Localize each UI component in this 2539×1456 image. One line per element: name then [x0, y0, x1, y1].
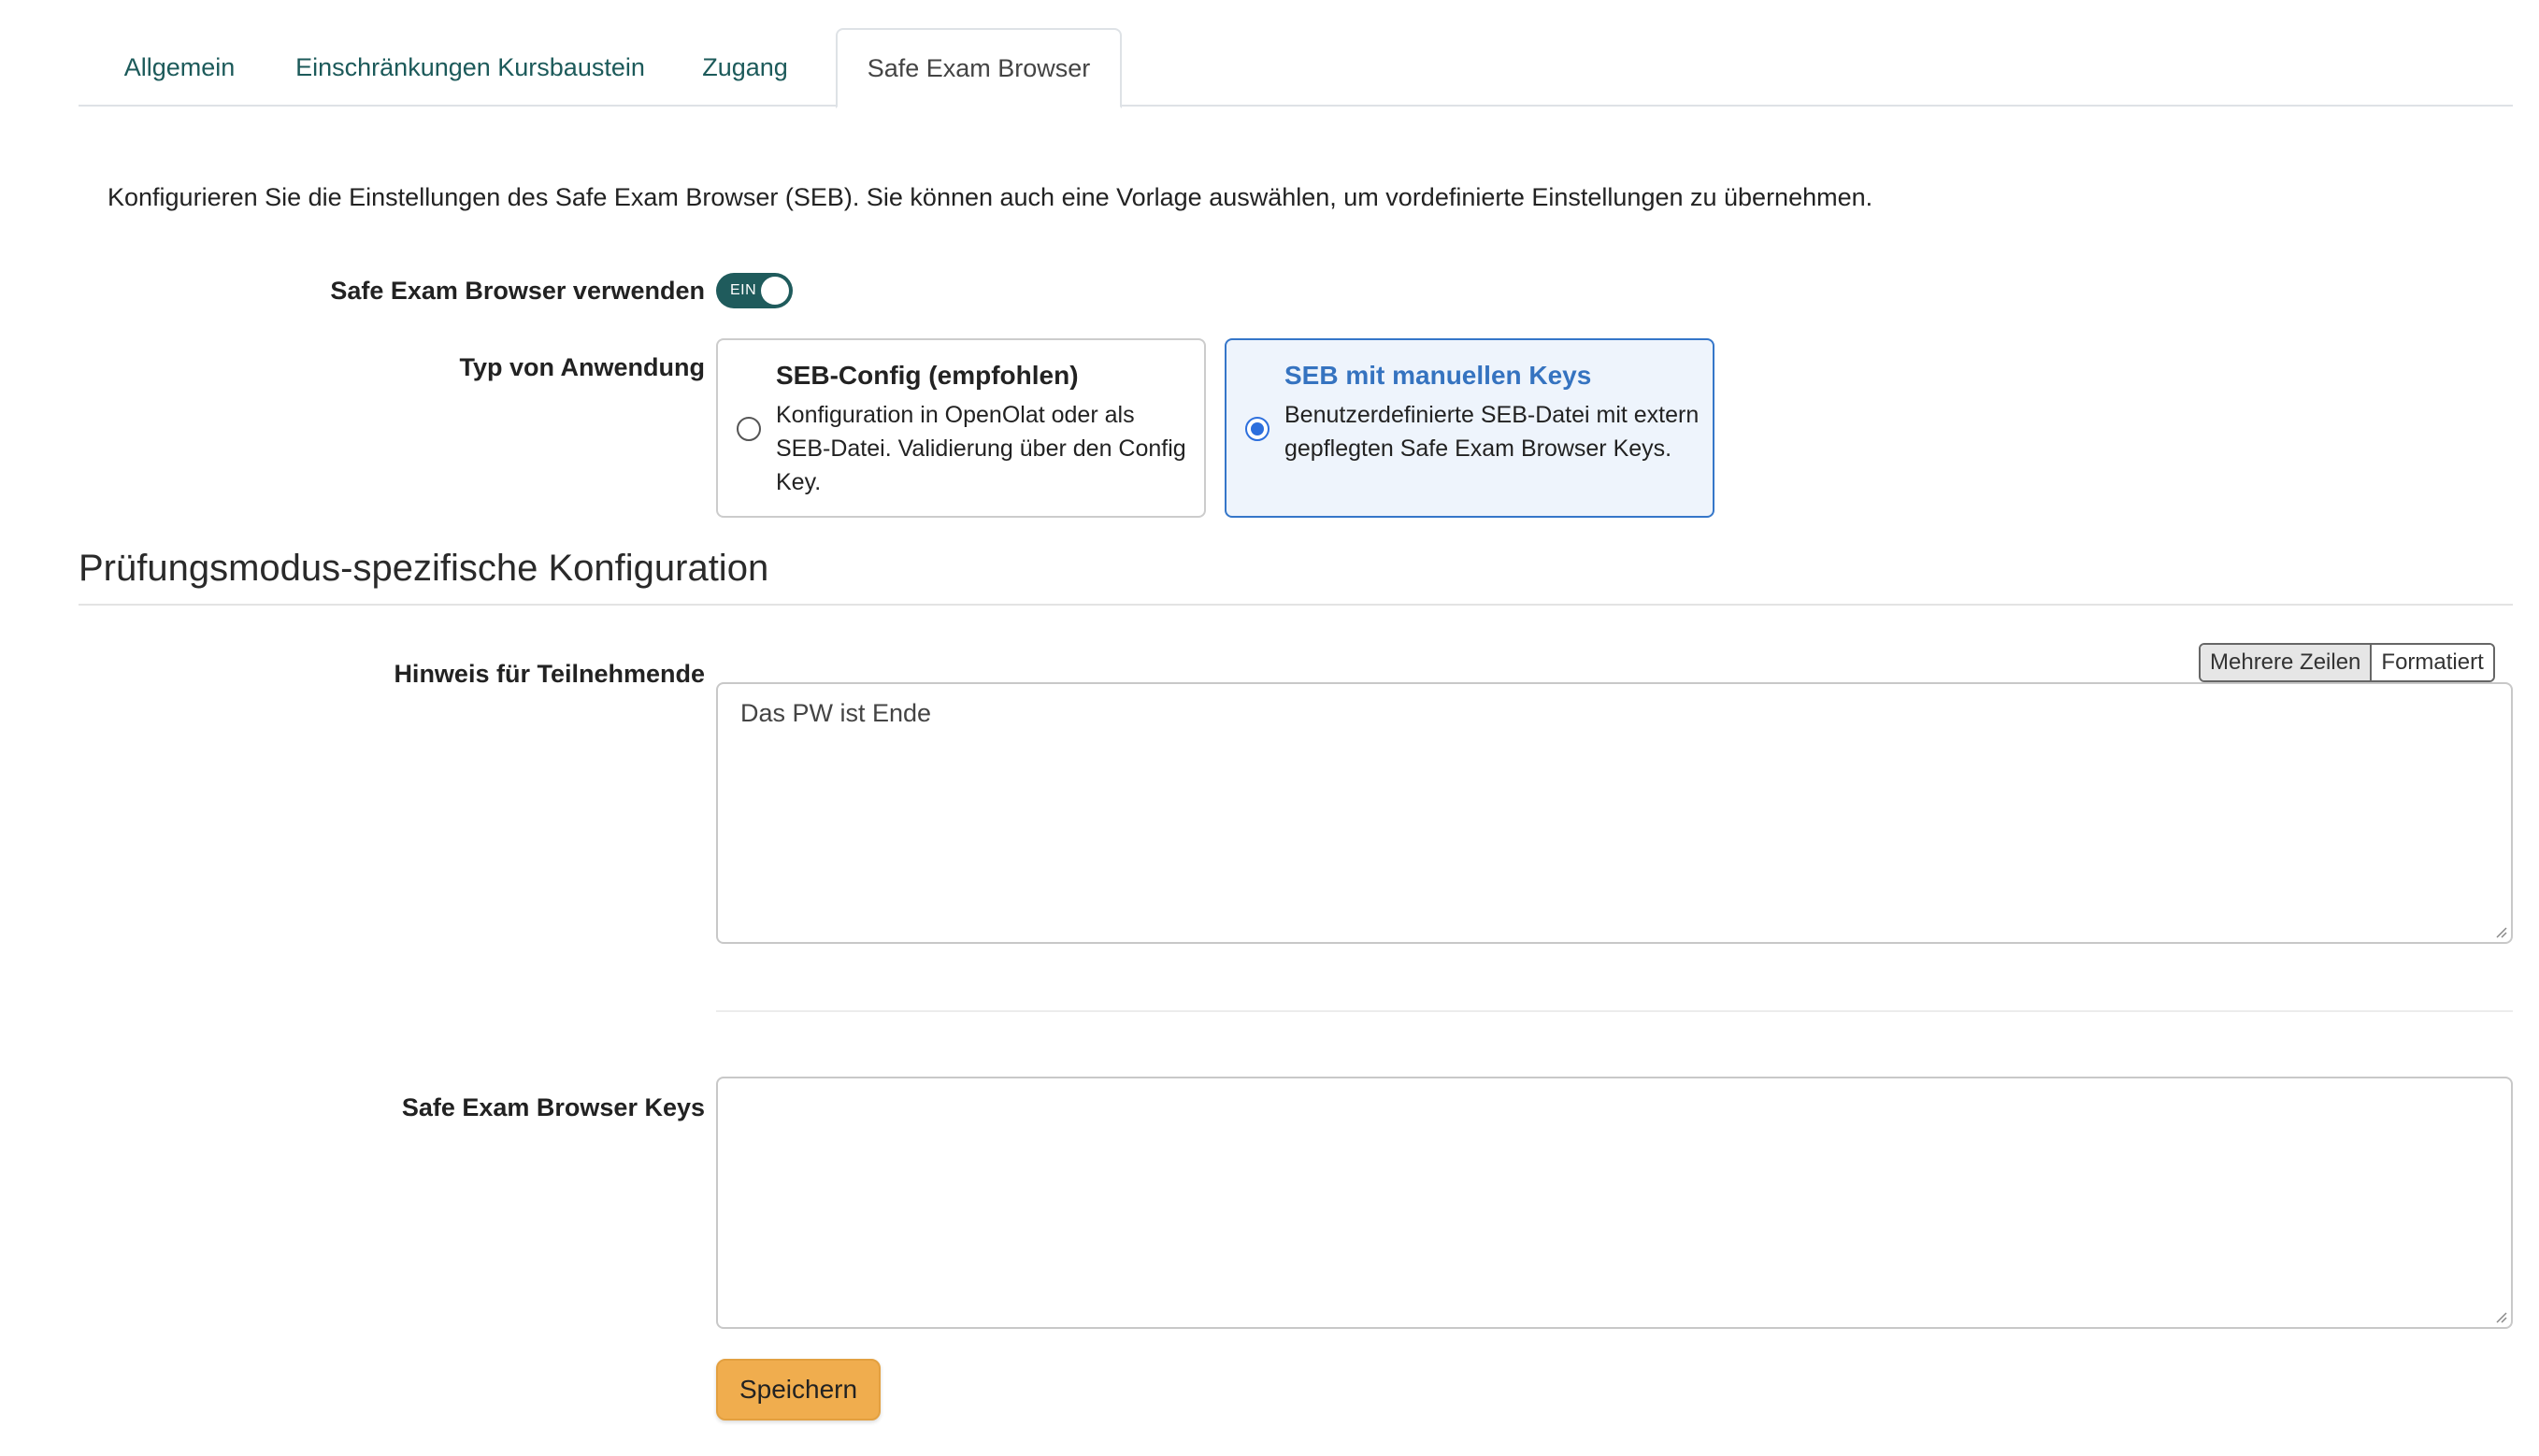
option-description: Konfiguration in OpenOlat oder als SEB-D…	[776, 402, 1186, 495]
mode-button-multiline[interactable]: Mehrere Zeilen	[2201, 645, 2373, 680]
seb-keys-textarea[interactable]	[716, 1077, 2513, 1329]
use-seb-label: Safe Exam Browser verwenden	[330, 277, 705, 305]
hint-textarea[interactable]: Das PW ist Ende	[716, 682, 2513, 944]
option-description: Benutzerdefinierte SEB-Datei mit extern …	[1284, 402, 1700, 462]
tab-label: Zugang	[702, 52, 788, 81]
hint-label: Hinweis für Teilnehmende	[394, 660, 705, 688]
section-title: Prüfungsmodus-spezifische Konfiguration	[79, 548, 769, 589]
use-seb-toggle[interactable]: EIN	[716, 273, 793, 308]
option-card-seb-manual-keys[interactable]: SEB mit manuellen Keys Benutzerdefiniert…	[1225, 338, 1714, 518]
intro-text: Konfigurieren Sie die Einstellungen des …	[108, 183, 1873, 211]
hint-text: Das PW ist Ende	[740, 699, 932, 727]
tab-safe-exam-browser[interactable]: Safe Exam Browser	[836, 28, 1122, 108]
tab-label: Safe Exam Browser	[867, 53, 1091, 82]
seb-keys-label: Safe Exam Browser Keys	[401, 1093, 705, 1121]
form-divider	[716, 1010, 2513, 1012]
tab-allgemein[interactable]: Allgemein	[79, 28, 280, 107]
tab-einschraenkungen-kursbaustein[interactable]: Einschränkungen Kursbaustein	[280, 28, 660, 107]
radio-seb-manual-keys[interactable]	[1245, 417, 1270, 441]
option-card-seb-config[interactable]: SEB-Config (empfohlen) Konfiguration in …	[716, 338, 1206, 518]
tab-zugang[interactable]: Zugang	[660, 28, 830, 107]
radio-seb-config[interactable]	[737, 417, 761, 441]
section-divider	[79, 604, 2513, 606]
app-type-label: Typ von Anwendung	[459, 353, 705, 381]
toggle-state-text: EIN	[730, 282, 757, 298]
tab-label: Allgemein	[123, 52, 236, 81]
mode-button-formatted[interactable]: Formatiert	[2372, 645, 2493, 680]
option-title: SEB-Config (empfohlen)	[776, 361, 1079, 390]
resize-handle-icon[interactable]	[2494, 1310, 2507, 1323]
tab-label: Einschränkungen Kursbaustein	[295, 52, 645, 81]
editor-mode-switch: Mehrere Zeilen Formatiert	[2199, 643, 2495, 682]
save-button[interactable]: Speichern	[716, 1359, 881, 1420]
option-title: SEB mit manuellen Keys	[1284, 361, 1592, 390]
resize-handle-icon[interactable]	[2494, 925, 2507, 938]
seb-settings-page: Allgemein Einschränkungen Kursbaustein Z…	[0, 0, 2539, 1456]
tab-bar: Allgemein Einschränkungen Kursbaustein Z…	[79, 28, 2513, 108]
toggle-knob	[761, 277, 789, 305]
